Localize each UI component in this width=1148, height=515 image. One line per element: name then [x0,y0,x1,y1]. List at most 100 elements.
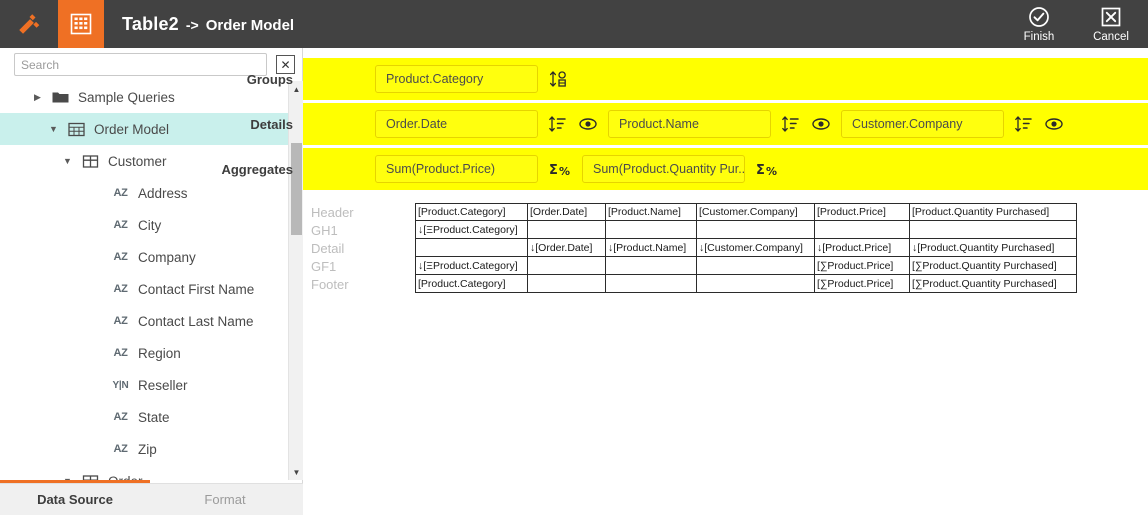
details-band: Details Order.Date Product.Name Customer… [250,103,1148,145]
sort-lines-icon[interactable] [548,114,568,134]
tree-item-zip[interactable]: AZ Zip [0,433,288,465]
az-icon: AZ [113,251,128,263]
grid-cell[interactable]: ↓[Product.Quantity Purchased] [910,239,1077,257]
grid-row: Header [Product.Category] [Order.Date] [Pro… [303,203,1148,221]
grid-cell[interactable]: [∑Product.Price] [815,257,910,275]
top-bar-actions: Finish Cancel [1016,6,1148,43]
grid-cells: ↓[ΞProduct.Category] [∑Product.Price] [∑Pr… [415,257,1077,275]
grid-cell[interactable] [528,257,606,275]
az-icon: AZ [113,187,128,199]
grid-cell[interactable]: ↓[ΞProduct.Category] [415,257,528,275]
model-icon [67,122,86,137]
grid-cell[interactable] [606,275,697,293]
grid-cell[interactable]: [Product.Price] [815,203,910,221]
table-icon [81,154,100,169]
sigma-percent-icon[interactable]: Σ % [548,159,572,179]
aggregates-chip-1[interactable]: Sum(Product.Quantity Pur... [582,155,745,183]
grid-cell[interactable] [697,275,815,293]
chevron-right-icon[interactable]: ▶ [32,92,43,102]
grid-cell[interactable]: [∑Product.Quantity Purchased] [910,275,1077,293]
sigma-percent-icon[interactable]: Σ % [755,159,779,179]
eye-icon[interactable] [811,114,831,134]
aggregates-chips: Sum(Product.Price) Σ % Sum(Product.Quant… [375,148,779,190]
tree-item-contact-first-name[interactable]: AZ Contact First Name [0,273,288,305]
aggregates-band: Aggregates Sum(Product.Price) Σ % Sum(Pr… [221,148,1148,190]
eye-icon[interactable] [578,114,598,134]
tree-item-label: Region [138,345,181,361]
aggregates-label: Aggregates [221,161,293,177]
grid-cell[interactable] [815,221,910,239]
grid-cell[interactable] [606,257,697,275]
finish-button[interactable]: Finish [1016,6,1062,43]
details-chip-2-label: Customer.Company [852,117,963,131]
tree-item-reseller[interactable]: Y|N Reseller [0,369,288,401]
grid-cell[interactable]: [Product.Name] [606,203,697,221]
grid-cell[interactable]: ↓[Customer.Company] [697,239,815,257]
grid-cell[interactable]: [∑Product.Price] [815,275,910,293]
details-label: Details [250,116,293,132]
tree-item-label: City [138,217,162,233]
grid-row: Footer [Product.Category] [∑Product.Price]… [303,275,1148,293]
aggregates-chip-0[interactable]: Sum(Product.Price) [375,155,538,183]
grid-cell[interactable] [910,221,1077,239]
tab-data-source[interactable]: Data Source [0,492,150,507]
az-icon: AZ [113,219,128,231]
grid-cell[interactable] [528,221,606,239]
grid-cell[interactable]: ↓[Product.Price] [815,239,910,257]
sort-numeric-icon[interactable] [548,69,570,89]
cancel-button[interactable]: Cancel [1088,6,1134,43]
grid-cell[interactable]: [Product.Quantity Purchased] [910,203,1077,221]
tree-item-order[interactable]: ▼Order [0,465,288,480]
yn-icon: Y|N [112,379,129,391]
grid-cell[interactable] [697,221,815,239]
grid-row-label: Footer [311,276,349,292]
grid-cell[interactable]: ↓[Product.Name] [606,239,697,257]
sort-lines-icon[interactable] [1014,114,1034,134]
tree-item-label: Contact First Name [138,281,255,297]
grid-cell[interactable]: [Product.Category] [415,203,528,221]
tree-item-contact-last-name[interactable]: AZ Contact Last Name [0,305,288,337]
grid-cell[interactable] [606,221,697,239]
eye-icon[interactable] [1044,114,1064,134]
tree-item-label: Customer [108,153,167,169]
top-bar: Table2 -> Order Model Finish Cancel [0,0,1148,48]
svg-text:Σ: Σ [756,163,765,178]
details-chip-2[interactable]: Customer.Company [841,110,1004,138]
finish-label: Finish [1023,30,1055,43]
title-model-name: Order Model [205,16,295,34]
grid-cell[interactable]: ↓[ΞProduct.Category] [415,221,528,239]
grid-row: GH1 ↓[ΞProduct.Category] [303,221,1148,239]
grid-cell[interactable] [697,257,815,275]
grid-cell[interactable]: [Customer.Company] [697,203,815,221]
grid-cells: ↓[Order.Date] ↓[Product.Name] ↓[Customer.C… [415,239,1077,257]
folder-icon [51,90,70,104]
details-chip-0[interactable]: Order.Date [375,110,538,138]
grid-cell[interactable]: [Product.Category] [415,275,528,293]
tree-item-label: Contact Last Name [138,313,254,329]
grid-cells: [Product.Category] [Order.Date] [Product.N… [415,203,1077,221]
svg-text:Σ: Σ [549,163,558,178]
tree-item-state[interactable]: AZ State [0,401,288,433]
az-icon: AZ [113,315,128,327]
grid-cell[interactable] [415,239,528,257]
tree-item-city[interactable]: AZ City [0,209,288,241]
grid-cell[interactable]: ↓[Order.Date] [528,239,606,257]
tools-logo-icon [19,14,40,34]
tree-item-region[interactable]: AZ Region [0,337,288,369]
table-mode-button[interactable] [58,0,104,48]
details-chips: Order.Date Product.Name Customer.Company [375,103,1064,145]
details-chip-1[interactable]: Product.Name [608,110,771,138]
chevron-down-icon[interactable]: ▼ [48,124,59,134]
chevron-down-icon[interactable]: ▼ [62,156,73,166]
tree-item-label: Zip [138,441,157,457]
grid-cell[interactable]: [∑Product.Quantity Purchased] [910,257,1077,275]
tab-format[interactable]: Format [150,492,300,507]
grid-cell[interactable] [528,275,606,293]
tree-item-company[interactable]: AZ Company [0,241,288,273]
sort-lines-icon[interactable] [781,114,801,134]
grid-cell[interactable]: [Order.Date] [528,203,606,221]
tree-item-label: Reseller [138,377,188,393]
scroll-down-arrow-icon[interactable]: ▼ [289,464,304,480]
groups-chip-0[interactable]: Product.Category [375,65,538,93]
tree-item-label: Order Model [94,121,170,137]
